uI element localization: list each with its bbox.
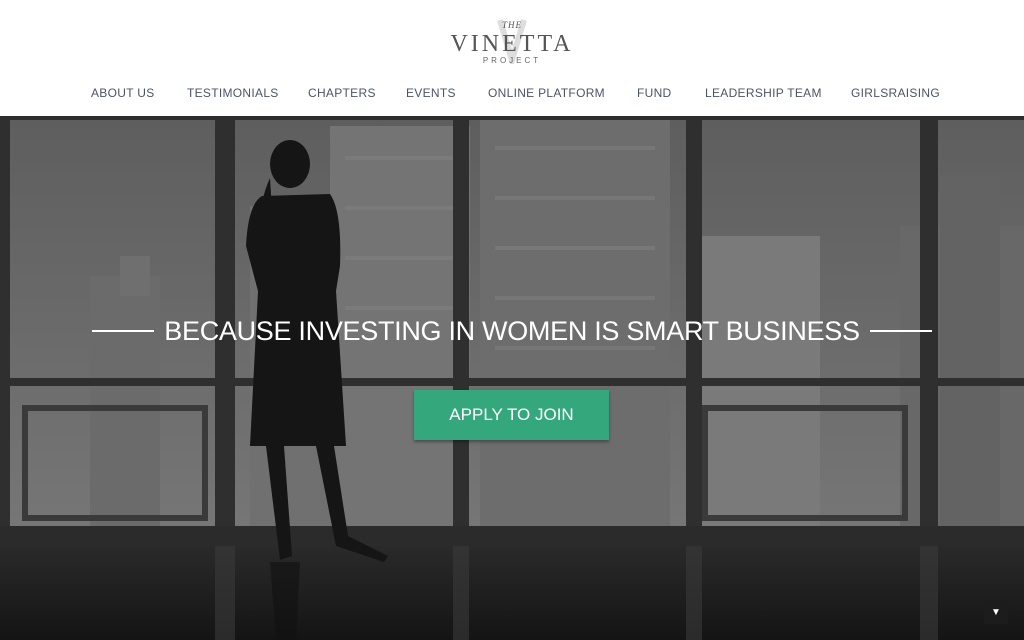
scroll-down-icon[interactable]: ▼ <box>984 600 1008 624</box>
nav-item-online-platform[interactable]: ONLINE PLATFORM <box>488 86 605 100</box>
hero-background-image <box>0 116 1024 640</box>
main-nav: ABOUT US TESTIMONIALS CHAPTERS EVENTS ON… <box>0 86 1024 102</box>
tagline-left-rule <box>92 330 155 332</box>
hero-tagline: BECAUSE INVESTING IN WOMEN IS SMART BUSI… <box>0 314 1024 348</box>
nav-item-chapters[interactable]: CHAPTERS <box>308 86 376 100</box>
apply-to-join-button[interactable]: APPLY TO JOIN <box>414 390 609 440</box>
nav-item-leadership-team[interactable]: LEADERSHIP TEAM <box>705 86 822 100</box>
logo-name-text: VINETTA <box>450 31 574 57</box>
nav-item-about-us[interactable]: ABOUT US <box>91 86 155 100</box>
tagline-right-rule <box>869 330 932 332</box>
logo-the-text: THE <box>501 20 522 30</box>
nav-item-girlsraising[interactable]: GIRLSRAISING <box>851 86 940 100</box>
tagline-text: BECAUSE INVESTING IN WOMEN IS SMART BUSI… <box>164 315 860 346</box>
nav-item-testimonials[interactable]: TESTIMONIALS <box>187 86 279 100</box>
logo-sub-text: PROJECT <box>482 56 542 65</box>
site-header: THE VINETTA PROJECT ABOUT US TESTIMONIAL… <box>0 0 1024 116</box>
nav-item-fund[interactable]: FUND <box>637 86 672 100</box>
vinetta-logo[interactable]: THE VINETTA PROJECT <box>412 14 612 70</box>
nav-item-events[interactable]: EVENTS <box>406 86 456 100</box>
hero-section: BECAUSE INVESTING IN WOMEN IS SMART BUSI… <box>0 116 1024 640</box>
